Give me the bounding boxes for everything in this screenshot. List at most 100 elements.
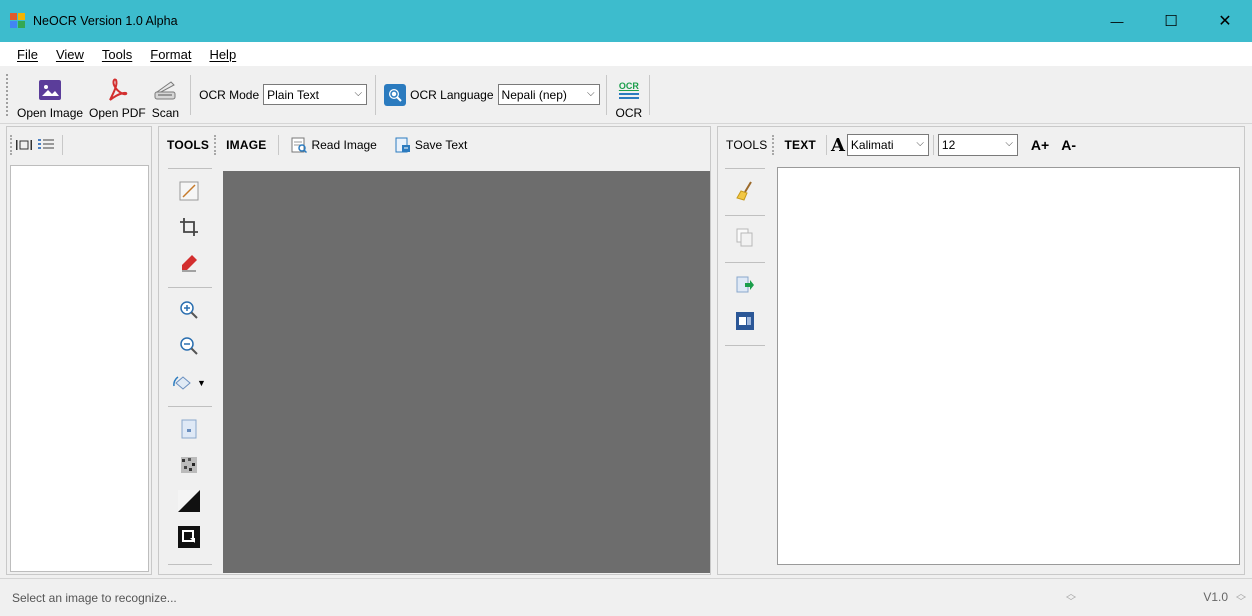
image-tools-label: TOOLS — [167, 138, 210, 152]
tools-separator — [725, 262, 765, 263]
export-word-tool[interactable] — [725, 304, 765, 340]
menu-bar: File View Tools Format Help — [0, 42, 1252, 66]
caret-down-icon: ▼ — [197, 378, 206, 388]
rotate-tool[interactable]: ▼ — [169, 365, 209, 401]
threshold-tool[interactable] — [169, 484, 209, 520]
page-icon — [180, 419, 198, 442]
header-separator — [278, 135, 280, 155]
menu-help[interactable]: Help — [200, 47, 245, 62]
ocr-text-area[interactable] — [777, 167, 1240, 565]
image-label: IMAGE — [226, 138, 267, 152]
minimize-button[interactable]: — — [1090, 0, 1144, 42]
thumbnail-list[interactable] — [10, 165, 149, 572]
menu-view[interactable]: View — [47, 47, 93, 62]
toolbar-separator — [190, 74, 192, 115]
zoom-out-tool[interactable] — [169, 329, 209, 365]
tools-separator — [725, 168, 765, 169]
toolbar-separator — [605, 74, 607, 115]
ocr-mode-select[interactable]: Plain Text ⌵ — [263, 84, 368, 105]
select-rectangle-icon — [179, 181, 199, 204]
zoom-in-tool[interactable] — [169, 293, 209, 329]
chevron-down-icon: ⌵ — [586, 88, 595, 99]
eraser-tool[interactable] — [169, 246, 209, 282]
toolbar-grip[interactable] — [6, 73, 9, 116]
chevron-down-icon: ⌵ — [1005, 138, 1013, 149]
thumbnail-view-icon[interactable] — [16, 138, 34, 152]
increase-font-button[interactable]: A+ — [1031, 137, 1049, 153]
crop-tool[interactable] — [169, 210, 209, 246]
language-icon — [384, 83, 407, 106]
save-text-label: Save Text — [414, 138, 468, 152]
thumbnail-header — [7, 127, 151, 163]
copy-text-tool[interactable] — [725, 221, 765, 257]
list-view-icon[interactable] — [38, 138, 56, 152]
text-label: TEXT — [784, 138, 816, 152]
font-name-value: Kalimati — [850, 138, 894, 152]
status-spinner-icon: ︿ ﹀ — [1066, 589, 1076, 608]
title-bar: NeOCR Version 1.0 Alpha — ☐ ✕ — [0, 0, 1252, 42]
export-text-tool[interactable] — [725, 268, 765, 304]
zoom-in-icon — [179, 300, 199, 323]
invert-tool[interactable] — [169, 520, 209, 556]
font-name-select[interactable]: Kalimati ⌵ — [846, 134, 929, 156]
image-canvas[interactable] — [223, 171, 710, 573]
chevron-down-icon: ⌵ — [354, 88, 363, 99]
save-text-icon — [395, 137, 411, 153]
noise-tool[interactable] — [169, 448, 209, 484]
read-image-button[interactable]: Read Image — [291, 137, 377, 153]
thumbnail-panel — [6, 126, 152, 575]
scan-button[interactable]: Scan — [149, 70, 182, 120]
menu-tools[interactable]: Tools — [93, 47, 141, 62]
threshold-icon — [178, 489, 200, 515]
tools-separator — [725, 215, 765, 216]
image-tools-column: ▼ — [159, 163, 221, 574]
tools-separator — [168, 287, 212, 288]
header-separator — [62, 135, 63, 155]
text-tools-label: TOOLS — [726, 138, 768, 152]
font-size-select[interactable]: 12 ⌵ — [937, 134, 1018, 156]
image-panel: TOOLS IMAGE Read Image Save Text ▼ — [158, 126, 711, 575]
header-grip — [214, 135, 217, 155]
ocr-button[interactable]: OCR OCR — [613, 70, 646, 120]
menu-file[interactable]: File — [8, 47, 47, 62]
open-pdf-button[interactable]: Open PDF — [86, 70, 149, 120]
ocr-mode-label: OCR Mode — [199, 87, 260, 102]
status-bar: Select an image to recognize... ︿ ﹀ V1.0 … — [0, 578, 1252, 616]
text-panel-header: TOOLS TEXT A Kalimati ⌵ 12 ⌵ A+ A- — [718, 127, 1244, 163]
panel-grip[interactable] — [10, 135, 12, 155]
save-text-button[interactable]: Save Text — [395, 137, 467, 153]
clear-text-tool[interactable] — [725, 174, 765, 210]
ocr-button-label: OCR — [615, 105, 643, 120]
read-image-icon — [291, 137, 308, 153]
image-icon — [37, 77, 63, 103]
menu-format[interactable]: Format — [141, 47, 200, 62]
window-title: NeOCR Version 1.0 Alpha — [33, 14, 178, 28]
scan-label: Scan — [151, 105, 180, 120]
window-controls: — ☐ ✕ — [1090, 0, 1252, 42]
select-tool[interactable] — [169, 174, 209, 210]
word-icon — [736, 311, 754, 333]
eraser-icon — [179, 253, 199, 276]
version-label: V1.0 — [1203, 590, 1228, 604]
font-size-value: 12 — [941, 138, 956, 152]
open-image-button[interactable]: Open Image — [14, 70, 86, 120]
app-icon — [10, 13, 26, 29]
image-panel-header: TOOLS IMAGE Read Image Save Text — [159, 127, 710, 163]
export-icon — [736, 276, 754, 297]
page-tool[interactable] — [169, 412, 209, 448]
text-panel: TOOLS TEXT A Kalimati ⌵ 12 ⌵ A+ A- — [717, 126, 1245, 575]
invert-icon — [178, 525, 200, 551]
noise-icon — [179, 455, 199, 478]
maximize-button[interactable]: ☐ — [1144, 0, 1198, 42]
ocr-language-select[interactable]: Nepali (nep) ⌵ — [497, 84, 600, 105]
decrease-font-button[interactable]: A- — [1061, 137, 1076, 153]
text-tools-column — [718, 163, 774, 574]
broom-icon — [736, 180, 754, 204]
toolbar-separator — [375, 74, 377, 115]
pdf-icon — [104, 77, 130, 103]
close-button[interactable]: ✕ — [1198, 0, 1252, 42]
tools-separator — [168, 168, 212, 169]
open-pdf-label: Open PDF — [89, 105, 146, 120]
status-message: Select an image to recognize... — [12, 590, 177, 605]
zoom-out-icon — [179, 336, 199, 359]
